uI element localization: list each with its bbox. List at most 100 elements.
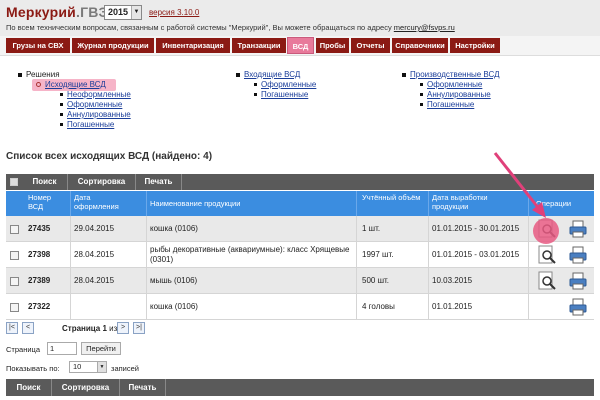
column-divider bbox=[70, 191, 71, 216]
last-page-button[interactable]: >| bbox=[133, 322, 145, 334]
cell-number[interactable]: 27389 bbox=[28, 268, 50, 293]
printer-icon[interactable] bbox=[568, 271, 588, 291]
nav-root-label: Решения bbox=[26, 70, 60, 79]
column-divider bbox=[428, 216, 429, 241]
column-header-volume[interactable]: Учтённый объём bbox=[362, 193, 422, 202]
nav-item-production-vsd[interactable]: Производственные ВСД bbox=[402, 70, 500, 79]
cell-production-date: 10.03.2015 bbox=[432, 275, 473, 285]
column-divider bbox=[428, 268, 429, 293]
next-page-button[interactable]: > bbox=[117, 322, 129, 334]
nav-link-label[interactable]: Погашенные bbox=[427, 100, 474, 109]
nav-item-production-cancelled[interactable]: Аннулированные bbox=[420, 90, 491, 99]
row-checkbox[interactable] bbox=[10, 277, 19, 286]
column-divider bbox=[146, 242, 147, 267]
chevron-down-icon: ▼ bbox=[97, 362, 106, 372]
cell-number[interactable]: 27435 bbox=[28, 216, 50, 241]
nav-link-label[interactable]: Аннулированные bbox=[67, 110, 131, 119]
nav-link-label[interactable]: Оформленные bbox=[261, 80, 316, 89]
column-divider bbox=[356, 216, 357, 241]
column-divider bbox=[146, 216, 147, 241]
nav-link-label[interactable]: Неоформленные bbox=[67, 90, 131, 99]
goto-label: Страница bbox=[6, 345, 40, 354]
print-button[interactable]: Печать bbox=[120, 379, 166, 396]
nav-item-cancelled[interactable]: Аннулированные bbox=[60, 110, 131, 119]
printer-icon[interactable] bbox=[568, 245, 588, 265]
list-title: Список всех исходящих ВСД (найдено: 4) bbox=[6, 151, 213, 162]
column-header-date[interactable]: Дата оформления bbox=[74, 193, 134, 211]
bullet-icon bbox=[420, 93, 423, 97]
menu-item-directories[interactable]: Справочники bbox=[392, 38, 448, 53]
nav-item-incoming-vsd[interactable]: Входящие ВСД bbox=[236, 70, 300, 79]
chevron-down-icon: ▼ bbox=[131, 6, 141, 19]
support-text: По всем техническим вопросам, связанным … bbox=[6, 23, 392, 32]
cell-volume: 4 головы bbox=[362, 301, 395, 311]
printer-icon[interactable] bbox=[568, 297, 588, 317]
bullet-icon bbox=[254, 83, 257, 87]
nav-item-production-redeemed[interactable]: Погашенные bbox=[420, 100, 474, 109]
goto-page-input[interactable]: 1 bbox=[47, 342, 77, 355]
nav-link-label[interactable]: Погашенные bbox=[67, 120, 114, 129]
menu-item-settings[interactable]: Настройки bbox=[450, 38, 500, 53]
row-checkbox[interactable] bbox=[10, 251, 19, 260]
nav-item-issued[interactable]: Оформленные bbox=[60, 100, 122, 109]
app-header: Меркурий.ГВЭ 2015 ▼ версия 3.10.0 По все… bbox=[0, 0, 600, 36]
prev-page-button[interactable]: < bbox=[22, 322, 34, 334]
year-select[interactable]: 2015 ▼ bbox=[104, 5, 142, 20]
view-document-icon[interactable] bbox=[537, 271, 557, 291]
nav-item-incoming-redeemed[interactable]: Погашенные bbox=[254, 90, 308, 99]
search-button[interactable]: Поиск bbox=[6, 379, 52, 396]
cell-volume: 1 шт. bbox=[362, 223, 381, 233]
goto-button[interactable]: Перейти bbox=[81, 342, 121, 355]
nav-link-label[interactable]: Погашенные bbox=[261, 90, 308, 99]
select-all-checkbox[interactable] bbox=[10, 178, 18, 186]
nav-link-label[interactable]: Производственные ВСД bbox=[410, 70, 500, 79]
column-divider bbox=[70, 268, 71, 293]
menu-item-cargo[interactable]: Грузы на СВХ bbox=[6, 38, 70, 53]
cell-number[interactable]: 27322 bbox=[28, 294, 50, 319]
row-checkbox[interactable] bbox=[10, 303, 19, 312]
nav-link-label[interactable]: Оформленные bbox=[427, 80, 482, 89]
nav-item-unissued[interactable]: Неоформленные bbox=[60, 90, 131, 99]
printer-icon[interactable] bbox=[568, 219, 588, 239]
vsd-navigation: Решения Исходящие ВСД Неоформленные Офор… bbox=[0, 62, 600, 142]
search-button[interactable]: Поиск bbox=[22, 174, 68, 190]
menu-item-inventory[interactable]: Инвентаризация bbox=[156, 38, 230, 53]
table-row[interactable]: 27322 кошка (0106) 4 головы 01.01.2015 bbox=[6, 294, 594, 320]
sort-button[interactable]: Сортировка bbox=[68, 174, 136, 190]
column-header-number[interactable]: Номер ВСД bbox=[28, 193, 68, 211]
nav-item-production-issued[interactable]: Оформленные bbox=[420, 80, 482, 89]
sort-button[interactable]: Сортировка bbox=[52, 379, 120, 396]
cell-date: 28.04.2015 bbox=[74, 275, 115, 285]
column-divider bbox=[146, 191, 147, 216]
menu-item-samples[interactable]: Пробы bbox=[316, 38, 349, 53]
table-row[interactable]: 27389 28.04.2015 мышь (0106) 500 шт. 10.… bbox=[6, 268, 594, 294]
menu-item-reports[interactable]: Отчеты bbox=[351, 38, 390, 53]
bullet-icon bbox=[60, 113, 63, 117]
app-logo: Меркурий.ГВЭ bbox=[6, 4, 109, 20]
menu-item-journal[interactable]: Журнал продукции bbox=[72, 38, 154, 53]
column-header-product[interactable]: Наименование продукции bbox=[150, 199, 310, 208]
first-page-button[interactable]: |< bbox=[6, 322, 18, 334]
nav-link-label[interactable]: Аннулированные bbox=[427, 90, 491, 99]
print-button[interactable]: Печать bbox=[136, 174, 182, 190]
cell-number[interactable]: 27398 bbox=[28, 242, 50, 267]
per-page-select[interactable]: 10 ▼ bbox=[69, 361, 107, 373]
bullet-icon bbox=[60, 93, 63, 97]
bullet-icon bbox=[420, 83, 423, 87]
version-link[interactable]: версия 3.10.0 bbox=[149, 8, 199, 17]
table-row[interactable]: 27398 28.04.2015 рыбы декоративные (аква… bbox=[6, 242, 594, 268]
menu-item-transactions[interactable]: Транзакции bbox=[232, 38, 286, 53]
nav-link-label[interactable]: Оформленные bbox=[67, 100, 122, 109]
row-checkbox[interactable] bbox=[10, 225, 19, 234]
menu-item-vsd[interactable]: ВСД bbox=[287, 37, 314, 54]
nav-link-label[interactable]: Исходящие ВСД bbox=[45, 80, 106, 89]
nav-item-outgoing-vsd[interactable]: Исходящие ВСД bbox=[36, 80, 106, 89]
nav-link-label[interactable]: Входящие ВСД bbox=[244, 70, 300, 79]
nav-item-redeemed[interactable]: Погашенные bbox=[60, 120, 114, 129]
page-indicator: Страница 1 из 1 bbox=[62, 324, 124, 333]
view-document-icon[interactable] bbox=[537, 245, 557, 265]
bullet-icon bbox=[60, 103, 63, 107]
support-email-link[interactable]: mercury@fsvps.ru bbox=[394, 23, 455, 32]
nav-item-incoming-issued[interactable]: Оформленные bbox=[254, 80, 316, 89]
column-divider bbox=[428, 294, 429, 319]
